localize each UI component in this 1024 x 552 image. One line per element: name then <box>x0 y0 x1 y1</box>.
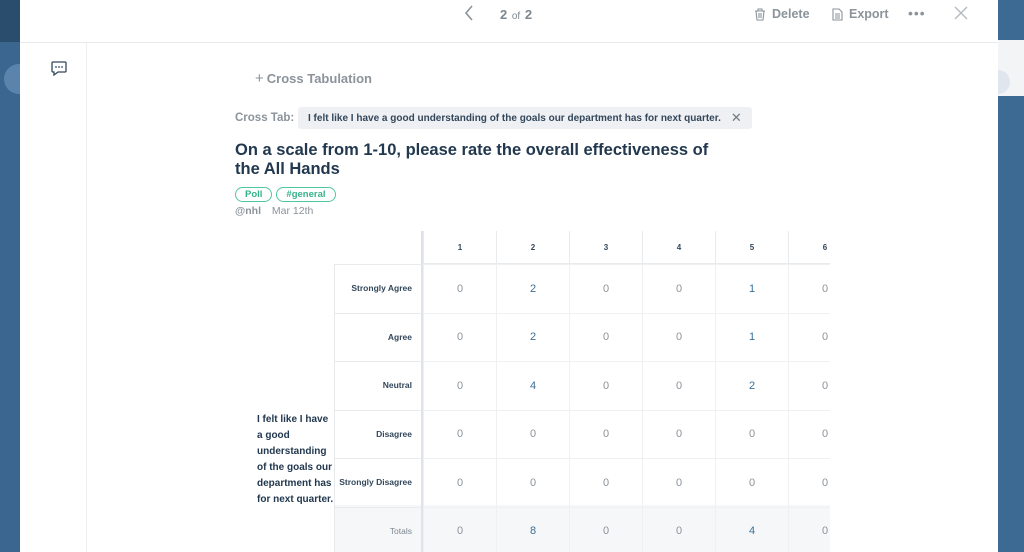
table-cell: 1 <box>715 264 788 313</box>
table-cell: 0 <box>423 458 496 507</box>
pager-total: 2 <box>524 7 533 22</box>
column-header: 4 <box>642 231 715 264</box>
total-cell: 4 <box>715 506 788 552</box>
pager: 2 of 2 <box>500 7 532 22</box>
table-cell: 0 <box>642 458 715 507</box>
more-options-icon[interactable]: ••• <box>908 5 926 21</box>
document-icon <box>832 7 843 21</box>
table-cell: 0 <box>788 409 830 458</box>
table-cell: 0 <box>642 409 715 458</box>
table-cell: 0 <box>569 409 642 458</box>
left-rail <box>20 43 87 552</box>
total-cell: 0 <box>788 506 830 552</box>
cross-tab-chip-text: I felt like I have a good understanding … <box>308 112 721 124</box>
trash-icon <box>755 7 765 21</box>
column-header: 1 <box>423 231 496 264</box>
table-cell: 0 <box>788 264 830 313</box>
cross-tabulation-button[interactable]: + Cross Tabulation <box>255 70 372 87</box>
table-cell: 0 <box>423 361 496 410</box>
total-cell: 8 <box>496 506 569 552</box>
totals-label: Totals <box>334 506 422 552</box>
table-cell: 0 <box>569 264 642 313</box>
table-cell: 0 <box>642 361 715 410</box>
column-header: 2 <box>496 231 569 264</box>
close-icon[interactable]: ✕ <box>731 110 742 126</box>
cross-tab-chip: I felt like I have a good understanding … <box>298 107 752 129</box>
table-cell: 0 <box>423 264 496 313</box>
table-cell: 0 <box>788 312 830 361</box>
row-question-label: I felt like I have a good understanding … <box>257 414 334 505</box>
column-header: 3 <box>569 231 642 264</box>
tag-list: Poll #general <box>235 187 336 202</box>
author[interactable]: @nhl <box>235 205 261 217</box>
table-cell: 0 <box>569 458 642 507</box>
crosstab-table: I felt like I have a good understanding … <box>247 231 830 552</box>
cross-tab-label: Cross Tab: <box>235 112 295 124</box>
tag-poll[interactable]: Poll <box>235 187 273 202</box>
comment-icon[interactable] <box>51 61 67 81</box>
table-cell: 0 <box>788 458 830 507</box>
table-cell: 0 <box>715 458 788 507</box>
question-meta: @nhl Mar 12th <box>235 205 313 217</box>
table-cell: 0 <box>642 264 715 313</box>
plus-icon: + <box>255 70 264 87</box>
table-cell: 0 <box>715 409 788 458</box>
total-cell: 0 <box>423 506 496 552</box>
table-cell: 0 <box>423 312 496 361</box>
row-label: Strongly Agree <box>334 264 422 313</box>
total-cell: 0 <box>569 506 642 552</box>
export-button[interactable]: Export <box>832 7 889 21</box>
table-cell: 0 <box>569 361 642 410</box>
table-cell: 0 <box>496 458 569 507</box>
content-area: + Cross Tabulation Cross Tab: I felt like… <box>87 43 998 552</box>
question-title: On a scale from 1-10, please rate the ov… <box>235 141 709 178</box>
total-cell: 0 <box>642 506 715 552</box>
cross-tabulation-label: Cross Tabulation <box>266 71 372 86</box>
close-icon[interactable] <box>954 6 968 25</box>
export-label: Export <box>849 7 889 21</box>
table-cell: 0 <box>423 409 496 458</box>
row-label: Agree <box>334 312 422 362</box>
pager-current: 2 <box>500 7 508 22</box>
row-label: Disagree <box>334 409 422 459</box>
table-cell: 1 <box>715 312 788 361</box>
delete-button[interactable]: Delete <box>754 7 810 21</box>
table-cell: 2 <box>496 312 569 361</box>
modal-toolbar: 2 of 2 Delete Export ••• <box>20 0 998 43</box>
background-app-right <box>998 0 1024 552</box>
table-cell: 2 <box>496 264 569 313</box>
detail-modal: 2 of 2 Delete Export ••• + Cross Tabulati… <box>20 0 998 552</box>
row-label: Neutral <box>334 361 422 410</box>
tag-channel[interactable]: #general <box>276 187 336 202</box>
row-label: Strongly Disagree <box>334 458 422 507</box>
table-cell: 0 <box>788 361 830 410</box>
table-cell: 0 <box>642 312 715 361</box>
table-cell: 4 <box>496 361 569 410</box>
table-cell: 2 <box>715 361 788 410</box>
table-cell: 0 <box>496 409 569 458</box>
background-avatar-left <box>4 64 20 94</box>
delete-label: Delete <box>772 7 810 21</box>
column-header: 5 <box>715 231 788 264</box>
column-header: 6 <box>788 231 830 264</box>
chevron-left-icon[interactable] <box>464 5 482 25</box>
table-cell: 0 <box>569 312 642 361</box>
pager-of: of <box>511 11 521 22</box>
post-date: Mar 12th <box>271 205 314 217</box>
